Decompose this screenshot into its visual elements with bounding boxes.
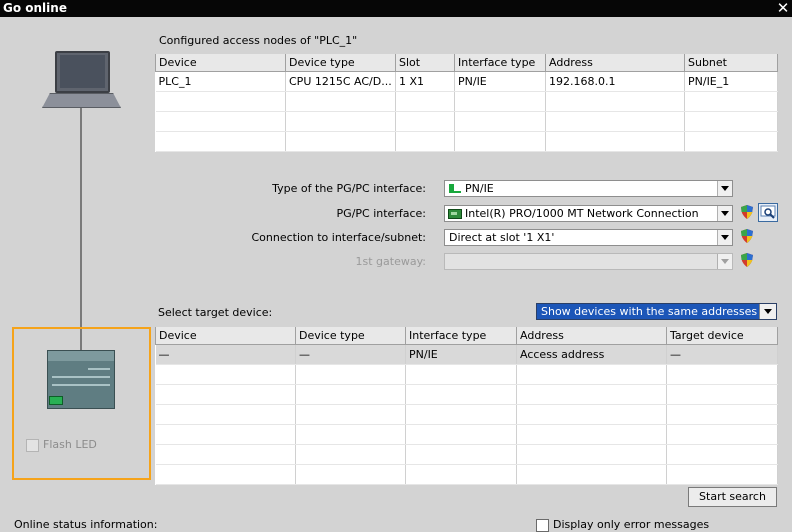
table-row-empty xyxy=(155,364,778,385)
interface-select[interactable]: Intel(R) PRO/1000 MT Network Connection xyxy=(444,205,733,222)
column-header: Address xyxy=(545,54,685,72)
dropdown-arrow-icon[interactable] xyxy=(717,230,732,245)
table-cell: — xyxy=(666,344,778,365)
network-cable xyxy=(80,108,82,353)
table-cell: Access address xyxy=(516,344,667,365)
connection-select[interactable]: Direct at slot '1 X1' xyxy=(444,229,733,246)
network-adapter-icon xyxy=(448,208,462,223)
online-status-label: Online status information: xyxy=(14,518,158,531)
gateway-select xyxy=(444,253,733,270)
column-header: Interface type xyxy=(405,327,517,345)
shield-icon[interactable] xyxy=(741,229,753,243)
network-plug-icon xyxy=(448,183,462,198)
column-header: Subnet xyxy=(684,54,778,72)
device-filter-select[interactable]: Show devices with the same addresses xyxy=(536,303,777,320)
flash-led-checkbox[interactable] xyxy=(26,439,39,452)
table-cell: 192.168.0.1 xyxy=(545,71,685,92)
diagnostics-icon[interactable] xyxy=(758,203,778,222)
column-header: Device type xyxy=(285,54,396,72)
laptop-screen xyxy=(60,55,105,88)
dropdown-arrow-icon xyxy=(717,254,732,269)
table-row-empty xyxy=(155,424,778,445)
plc-led-strip xyxy=(88,368,110,370)
column-header: Target device xyxy=(666,327,778,345)
table-cell: PN/IE xyxy=(454,71,546,92)
error-only-label: Display only error messages xyxy=(553,518,710,531)
shield-icon[interactable] xyxy=(741,205,753,219)
column-header: Slot xyxy=(395,54,455,72)
dropdown-arrow-icon[interactable] xyxy=(717,181,732,196)
table-row-empty xyxy=(155,404,778,425)
device-filter-value: Show devices with the same addresses xyxy=(541,305,758,318)
column-header: Device xyxy=(155,327,296,345)
connection-value: Direct at slot '1 X1' xyxy=(449,231,555,244)
plc-terminal-strip xyxy=(52,384,110,386)
interface-value: Intel(R) PRO/1000 MT Network Connection xyxy=(465,207,699,220)
interface-label: PG/PC interface: xyxy=(336,207,426,220)
shield-icon[interactable] xyxy=(741,253,753,267)
interface-type-select[interactable]: PN/IE xyxy=(444,180,733,197)
table-cell: CPU 1215C AC/D... xyxy=(285,71,396,92)
table-row[interactable]: PLC_1 CPU 1215C AC/D... 1 X1 PN/IE 192.1… xyxy=(155,71,778,92)
start-search-button[interactable]: Start search xyxy=(688,487,777,507)
error-only-checkbox[interactable] xyxy=(536,519,549,532)
dropdown-arrow-icon[interactable] xyxy=(759,304,776,319)
plc-ethernet-port xyxy=(49,396,63,405)
table-row-empty xyxy=(155,91,778,112)
table-cell: PN/IE xyxy=(405,344,517,365)
column-header: Address xyxy=(516,327,667,345)
close-icon[interactable]: ✕ xyxy=(774,0,792,17)
column-header: Device type xyxy=(295,327,406,345)
laptop-base xyxy=(42,93,121,108)
table-cell: PLC_1 xyxy=(155,71,286,92)
configured-nodes-table: Device Device type Slot Interface type A… xyxy=(155,54,778,152)
table-cell: — xyxy=(295,344,406,365)
table-cell: 1 X1 xyxy=(395,71,455,92)
column-header: Interface type xyxy=(454,54,546,72)
table-cell: PN/IE_1 xyxy=(684,71,778,92)
table-row-empty xyxy=(155,464,778,485)
target-device-label: Select target device: xyxy=(158,306,273,319)
table-row-empty xyxy=(155,384,778,405)
interface-type-value: PN/IE xyxy=(465,182,494,195)
table-header: Device Device type Interface type Addres… xyxy=(155,327,778,345)
column-header: Device xyxy=(155,54,286,72)
table-header: Device Device type Slot Interface type A… xyxy=(155,54,778,72)
target-devices-table: Device Device type Interface type Addres… xyxy=(155,327,778,485)
table-cell: — xyxy=(155,344,296,365)
title-bar xyxy=(0,0,792,17)
configured-nodes-label: Configured access nodes of "PLC_1" xyxy=(159,34,358,47)
plc-top-strip xyxy=(48,351,114,361)
connection-label: Connection to interface/subnet: xyxy=(251,231,427,244)
plc-terminal-strip xyxy=(52,376,110,378)
gateway-label: 1st gateway: xyxy=(355,255,427,268)
table-row-empty xyxy=(155,444,778,465)
table-row[interactable]: — — PN/IE Access address — xyxy=(155,344,778,365)
table-row-empty xyxy=(155,111,778,132)
interface-type-label: Type of the PG/PC interface: xyxy=(272,182,426,195)
dropdown-arrow-icon[interactable] xyxy=(717,206,732,221)
window-title: Go online xyxy=(3,1,67,15)
flash-led-label: Flash LED xyxy=(43,438,97,451)
table-row-empty xyxy=(155,131,778,152)
